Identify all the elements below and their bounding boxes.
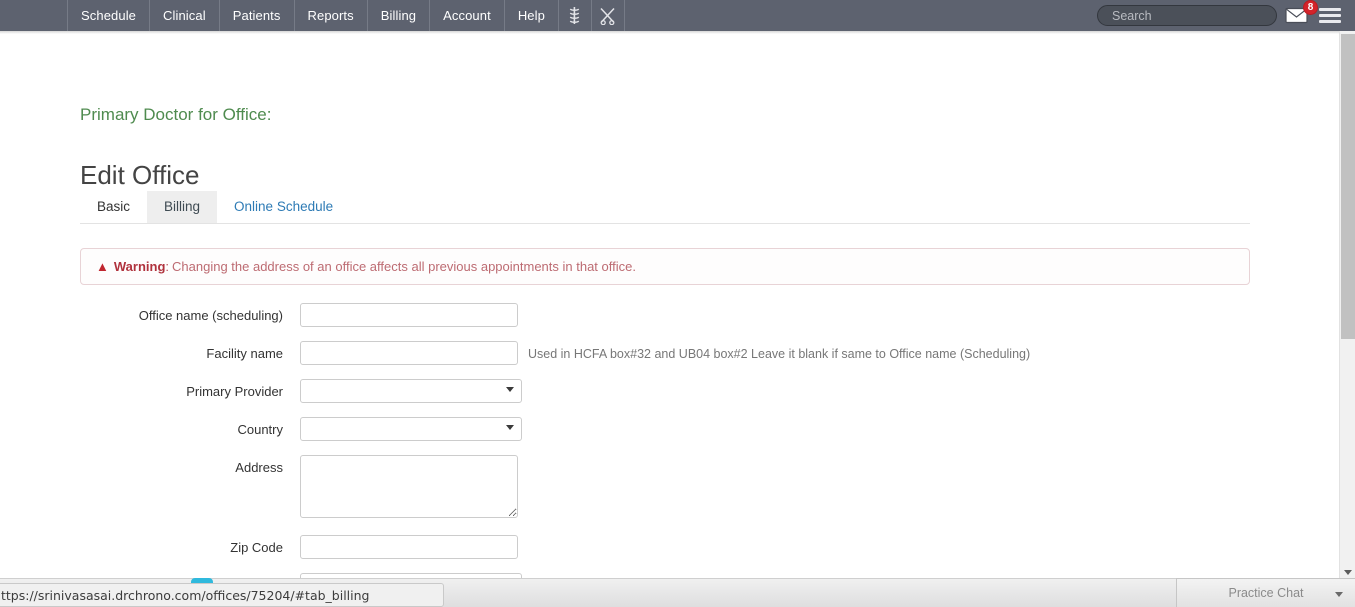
unread-badge: 8 <box>1303 0 1318 15</box>
practice-chat-label: Practice Chat <box>1228 586 1304 600</box>
nav-label: Help <box>517 8 545 23</box>
nav-item-reports[interactable]: Reports <box>295 0 368 31</box>
chevron-down-icon <box>506 387 514 392</box>
warning-label: Warning <box>113 259 166 274</box>
nav-label: Schedule <box>81 8 137 23</box>
form-row-country: Country <box>0 417 1339 445</box>
tab-bar: Basic Billing Online Schedule <box>80 191 1250 224</box>
facility-name-input[interactable] <box>300 341 518 365</box>
scroll-down-arrow-icon[interactable] <box>1344 570 1352 575</box>
hamburger-line <box>1319 14 1341 17</box>
tab-billing[interactable]: Billing <box>147 191 218 223</box>
chevron-down-icon[interactable] <box>1335 592 1343 597</box>
nav-item-billing[interactable]: Billing <box>368 0 431 31</box>
search-box[interactable] <box>1097 5 1277 26</box>
caduceus-icon[interactable] <box>559 0 592 31</box>
country-select[interactable] <box>300 417 522 441</box>
form-row-facility-name: Facility name Used in HCFA box#32 and UB… <box>0 341 1339 369</box>
hamburger-menu-icon[interactable] <box>1319 8 1341 23</box>
primary-provider-select[interactable] <box>300 379 522 403</box>
nav-label: Billing <box>380 8 417 23</box>
nav-logo-area <box>0 0 68 31</box>
scrollbar-thumb[interactable] <box>1341 34 1355 339</box>
top-navigation-bar: Schedule Clinical Patients Reports Billi… <box>0 0 1355 31</box>
browser-status-bar: ttps://srinivasasai.drchrono.com/offices… <box>0 583 444 607</box>
label-country: Country <box>237 422 283 437</box>
form-row-address: Address <box>0 455 1339 525</box>
tab-online-schedule[interactable]: Online Schedule <box>217 191 350 223</box>
warning-message: Changing the address of an office affect… <box>172 259 636 274</box>
chevron-down-icon <box>506 425 514 430</box>
edit-office-form: Office name (scheduling) Facility name U… <box>0 303 1339 578</box>
page-title: Edit Office <box>80 160 200 191</box>
status-url: ttps://srinivasasai.drchrono.com/offices… <box>1 587 370 603</box>
tab-label: Billing <box>164 199 201 214</box>
tab-label: Online Schedule <box>234 199 334 214</box>
practice-chat-bar[interactable]: Practice Chat <box>1176 578 1355 607</box>
office-name-scheduling-input[interactable] <box>300 303 518 327</box>
address-textarea[interactable] <box>300 455 518 518</box>
scissors-icon[interactable] <box>592 0 625 31</box>
hamburger-line <box>1319 8 1341 11</box>
vertical-scrollbar[interactable] <box>1339 31 1355 578</box>
tab-label: Basic <box>97 199 131 214</box>
nav-item-schedule[interactable]: Schedule <box>68 0 151 31</box>
page-content: Primary Doctor for Office: Edit Office B… <box>0 31 1339 578</box>
nav-label: Clinical <box>163 8 206 23</box>
nav-item-patients[interactable]: Patients <box>220 0 295 31</box>
label-primary-provider: Primary Provider <box>186 384 283 399</box>
form-row-primary-provider: Primary Provider <box>0 379 1339 407</box>
breadcrumb-primary-doctor: Primary Doctor for Office: <box>80 105 272 124</box>
label-facility-name: Facility name <box>206 346 283 361</box>
warning-triangle-icon: ▲ <box>96 259 109 274</box>
hamburger-line <box>1319 20 1341 23</box>
nav-label: Reports <box>307 8 354 23</box>
tab-basic[interactable]: Basic <box>80 191 147 223</box>
label-zip-code: Zip Code <box>230 540 283 555</box>
warning-banner: ▲ Warning : Changing the address of an o… <box>80 248 1250 285</box>
search-input[interactable] <box>1110 7 1264 24</box>
nav-item-help[interactable]: Help <box>505 0 559 31</box>
nav-label: Patients <box>232 8 281 23</box>
label-address: Address <box>235 460 283 475</box>
nav-item-clinical[interactable]: Clinical <box>150 0 220 31</box>
facility-name-helper-text: Used in HCFA box#32 and UB04 box#2 Leave… <box>528 347 1031 361</box>
nav-right-cluster: 8 <box>1097 0 1355 31</box>
form-row-zip-code: Zip Code <box>0 535 1339 563</box>
label-office-name-scheduling: Office name (scheduling) <box>138 308 283 323</box>
nav-drop-shadow <box>0 31 1339 34</box>
warning-colon: : <box>165 259 170 274</box>
zip-code-input[interactable] <box>300 535 518 559</box>
nav-label: Account <box>443 8 491 23</box>
messages-button[interactable]: 8 <box>1285 0 1318 27</box>
nav-item-account[interactable]: Account <box>430 0 505 31</box>
form-row-office-name: Office name (scheduling) <box>0 303 1339 331</box>
